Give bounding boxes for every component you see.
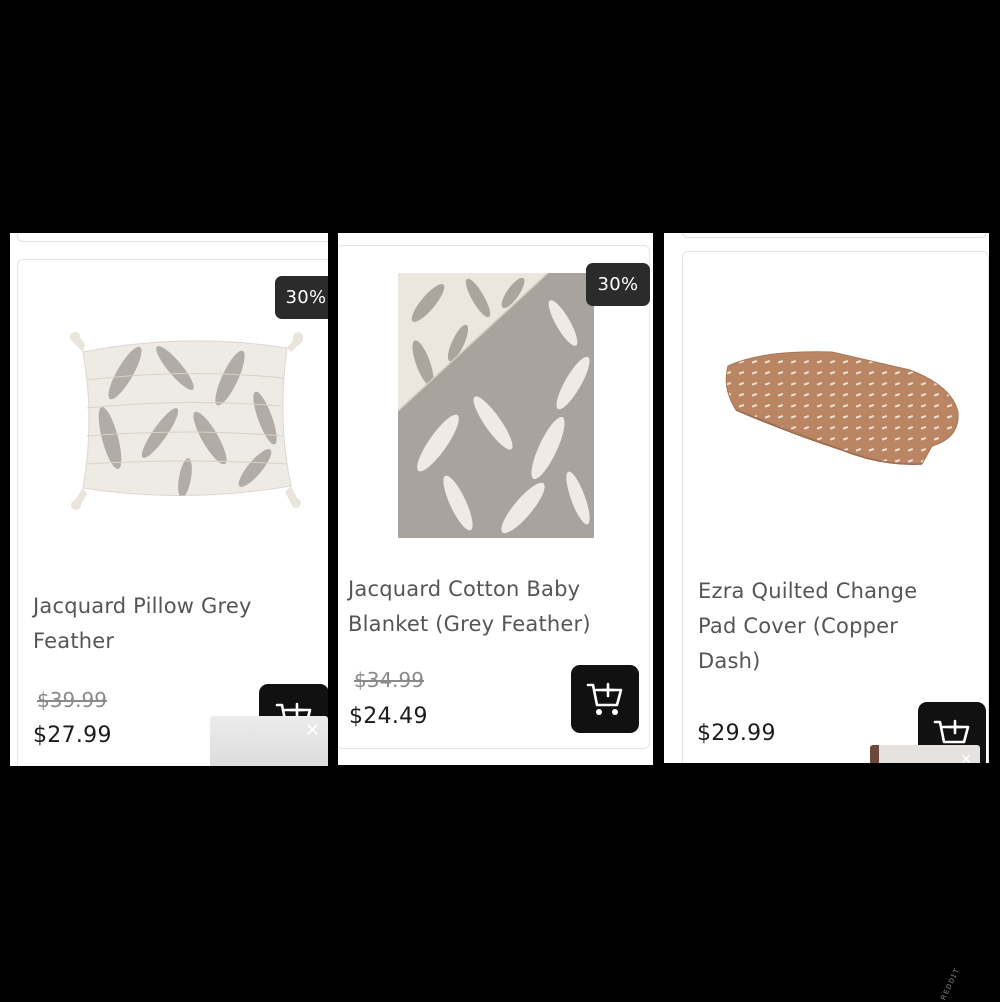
discount-badge: 30% (275, 276, 328, 319)
pillow-image[interactable] (65, 328, 305, 518)
product-panel-2: 30% Jacquard Cotton Baby Blanket (Grey F… (338, 233, 653, 765)
change-pad-image[interactable] (722, 346, 962, 471)
watermark-logo: ʀᴇᴅᴅɪᴛ (938, 965, 962, 1002)
original-price: $34.99 (354, 668, 424, 692)
previous-card-edge (17, 233, 328, 242)
close-icon[interactable]: ✕ (960, 751, 972, 763)
price: $29.99 (697, 721, 776, 746)
sale-price: $27.99 (33, 723, 112, 748)
discount-badge: 30% (586, 263, 650, 306)
chat-popup-preview[interactable]: ✕ (870, 745, 980, 763)
product-title[interactable]: Ezra Quilted Change Pad Cover (Copper Da… (698, 574, 958, 679)
product-card[interactable] (682, 251, 989, 763)
previous-card-edge (682, 233, 987, 238)
close-icon[interactable]: ✕ (305, 722, 320, 740)
original-price: $39.99 (37, 688, 107, 712)
product-panel-1: 30% Jacquard Pillow Grey Feather $39.99 … (10, 233, 328, 766)
sale-price: $24.49 (349, 704, 428, 729)
chat-popup-preview[interactable]: ✕ (210, 716, 328, 766)
product-panel-3: Ezra Quilted Change Pad Cover (Copper Da… (664, 233, 989, 763)
add-to-cart-button[interactable] (571, 665, 639, 733)
blanket-image[interactable] (398, 273, 598, 541)
product-title[interactable]: Jacquard Pillow Grey Feather (33, 589, 303, 659)
product-title[interactable]: Jacquard Cotton Baby Blanket (Grey Feath… (348, 572, 628, 642)
add-to-cart-icon (586, 682, 623, 715)
